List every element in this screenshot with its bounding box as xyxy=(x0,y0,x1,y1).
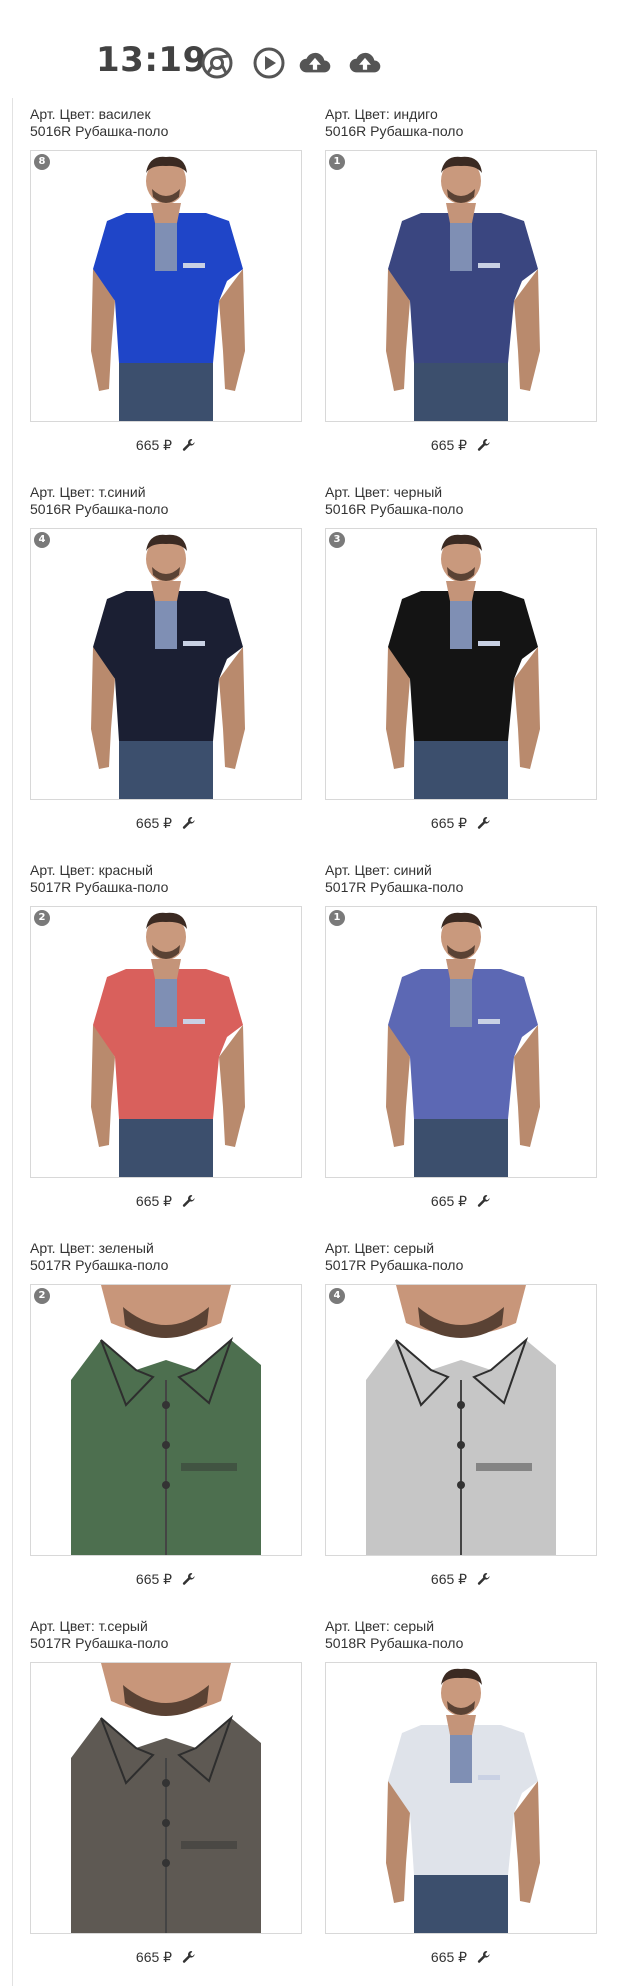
page-left-border xyxy=(12,98,13,1986)
product-photo xyxy=(31,1285,301,1555)
product-model-label: 5016R Рубашка-поло xyxy=(325,501,464,517)
product-card[interactable]: Арт. Цвет: индиго 5016R Рубашка-поло 1 665… xyxy=(325,106,597,453)
product-card[interactable]: Арт. Цвет: василек 5016R Рубашка-поло 8 66… xyxy=(30,106,302,453)
product-card[interactable]: Арт. Цвет: серый 5017R Рубашка-поло 4 665 … xyxy=(325,1240,597,1587)
wrench-icon[interactable] xyxy=(477,816,491,830)
wrench-icon[interactable] xyxy=(477,1194,491,1208)
product-image[interactable]: 2 xyxy=(30,906,302,1178)
product-model-label: 5017R Рубашка-поло xyxy=(325,879,464,895)
product-image[interactable]: 4 xyxy=(30,528,302,800)
photo-count-badge: 4 xyxy=(34,532,50,548)
product-color-label: Арт. Цвет: черный xyxy=(325,484,443,500)
wrench-icon[interactable] xyxy=(477,438,491,452)
status-bar: 13:19 xyxy=(0,0,621,110)
product-photo xyxy=(326,151,596,421)
product-image[interactable]: 3 xyxy=(325,528,597,800)
product-card[interactable]: Арт. Цвет: зеленый 5017R Рубашка-поло 2 66… xyxy=(30,1240,302,1587)
product-image[interactable]: 1 xyxy=(325,150,597,422)
price-row: 665 ₽ xyxy=(30,1948,302,1966)
product-card[interactable]: Арт. Цвет: черный 5016R Рубашка-поло 3 665… xyxy=(325,484,597,831)
photo-count-badge: 8 xyxy=(34,154,50,170)
product-photo xyxy=(326,529,596,799)
wrench-icon[interactable] xyxy=(477,1572,491,1586)
photo-count-badge: 2 xyxy=(34,910,50,926)
wrench-icon[interactable] xyxy=(182,1950,196,1964)
product-photo xyxy=(31,151,301,421)
product-color-label: Арт. Цвет: синий xyxy=(325,862,432,878)
product-card[interactable]: Арт. Цвет: серый 5018R Рубашка-поло 665 ₽ xyxy=(325,1618,597,1965)
product-price: 665 ₽ xyxy=(135,1192,173,1209)
product-color-label: Арт. Цвет: т.синий xyxy=(30,484,146,500)
wrench-icon[interactable] xyxy=(477,1950,491,1964)
product-price: 665 ₽ xyxy=(430,1192,468,1209)
photo-count-badge: 2 xyxy=(34,1288,50,1304)
product-price: 665 ₽ xyxy=(135,1570,173,1587)
product-price: 665 ₽ xyxy=(430,814,468,831)
product-image[interactable] xyxy=(30,1662,302,1934)
wrench-icon[interactable] xyxy=(182,816,196,830)
cloud-upload-icon xyxy=(349,52,381,73)
product-image[interactable]: 1 xyxy=(325,906,597,1178)
product-color-label: Арт. Цвет: серый xyxy=(325,1240,435,1256)
product-card[interactable]: Арт. Цвет: т.серый 5017R Рубашка-поло 665… xyxy=(30,1618,302,1965)
product-color-label: Арт. Цвет: зеленый xyxy=(30,1240,154,1256)
price-row: 665 ₽ xyxy=(325,436,597,454)
product-model-label: 5017R Рубашка-поло xyxy=(30,1257,169,1273)
product-model-label: 5017R Рубашка-поло xyxy=(30,879,169,895)
price-row: 665 ₽ xyxy=(325,1948,597,1966)
status-time: 13:19 xyxy=(96,40,207,80)
product-price: 665 ₽ xyxy=(135,814,173,831)
product-photo xyxy=(31,907,301,1177)
cloud-upload-icon xyxy=(299,52,331,73)
product-card[interactable]: Арт. Цвет: синий 5017R Рубашка-поло 1 665 … xyxy=(325,862,597,1209)
price-row: 665 ₽ xyxy=(30,814,302,832)
price-row: 665 ₽ xyxy=(30,1192,302,1210)
product-image[interactable] xyxy=(325,1662,597,1934)
price-row: 665 ₽ xyxy=(325,814,597,832)
play-circle-icon xyxy=(253,47,285,79)
product-model-label: 5016R Рубашка-поло xyxy=(30,123,169,139)
product-color-label: Арт. Цвет: индиго xyxy=(325,106,438,122)
product-photo xyxy=(326,1285,596,1555)
product-color-label: Арт. Цвет: василек xyxy=(30,106,151,122)
wrench-icon[interactable] xyxy=(182,1572,196,1586)
photo-count-badge: 1 xyxy=(329,154,345,170)
product-photo xyxy=(31,1663,301,1933)
product-photo xyxy=(326,1663,596,1933)
price-row: 665 ₽ xyxy=(30,1570,302,1588)
product-model-label: 5016R Рубашка-поло xyxy=(325,123,464,139)
photo-count-badge: 4 xyxy=(329,1288,345,1304)
product-model-label: 5017R Рубашка-поло xyxy=(30,1635,169,1651)
wrench-icon[interactable] xyxy=(182,1194,196,1208)
product-price: 665 ₽ xyxy=(135,1948,173,1965)
product-model-label: 5017R Рубашка-поло xyxy=(325,1257,464,1273)
product-card[interactable]: Арт. Цвет: красный 5017R Рубашка-поло 2 66… xyxy=(30,862,302,1209)
photo-count-badge: 1 xyxy=(329,910,345,926)
product-photo xyxy=(326,907,596,1177)
product-price: 665 ₽ xyxy=(135,436,173,453)
product-image[interactable]: 4 xyxy=(325,1284,597,1556)
photo-count-badge: 3 xyxy=(329,532,345,548)
product-price: 665 ₽ xyxy=(430,1570,468,1587)
price-row: 665 ₽ xyxy=(30,436,302,454)
product-price: 665 ₽ xyxy=(430,1948,468,1965)
product-model-label: 5016R Рубашка-поло xyxy=(30,501,169,517)
product-image[interactable]: 8 xyxy=(30,150,302,422)
product-color-label: Арт. Цвет: серый xyxy=(325,1618,435,1634)
product-price: 665 ₽ xyxy=(430,436,468,453)
chrome-icon xyxy=(201,47,233,79)
product-photo xyxy=(31,529,301,799)
product-color-label: Арт. Цвет: т.серый xyxy=(30,1618,148,1634)
price-row: 665 ₽ xyxy=(325,1570,597,1588)
product-card[interactable]: Арт. Цвет: т.синий 5016R Рубашка-поло 4 66… xyxy=(30,484,302,831)
product-image[interactable]: 2 xyxy=(30,1284,302,1556)
product-model-label: 5018R Рубашка-поло xyxy=(325,1635,464,1651)
wrench-icon[interactable] xyxy=(182,438,196,452)
product-color-label: Арт. Цвет: красный xyxy=(30,862,153,878)
price-row: 665 ₽ xyxy=(325,1192,597,1210)
